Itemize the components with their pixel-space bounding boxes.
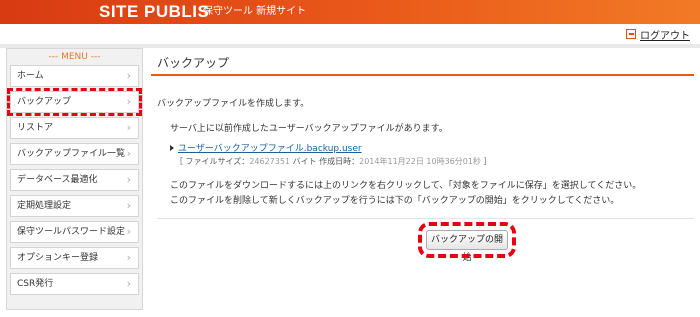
sidebar-item-label: データベース最適化 <box>17 175 98 185</box>
sidebar-item-label: 保守ツールパスワード設定 <box>17 227 126 237</box>
chevron-right-icon: › <box>126 251 131 264</box>
delete-instruction: このファイルを削除して新しくバックアップを行うには下の「バックアップの開始」をク… <box>170 196 620 206</box>
sidebar-item-option-key[interactable]: オプションキー登録 › <box>10 247 139 269</box>
sidebar-item-scheduled-tasks[interactable]: 定期処理設定 › <box>10 195 139 217</box>
top-bar: ログアウト <box>0 24 700 44</box>
site-header: SITE PUBLIS 保守ツール 新規サイト <box>0 0 700 24</box>
logout-label: ログアウト <box>640 30 690 42</box>
chevron-right-icon: › <box>126 69 131 82</box>
content-divider <box>157 218 694 219</box>
backup-file-name[interactable]: ユーザーバックアップファイル.backup.user <box>178 141 362 154</box>
title-underline <box>151 74 694 76</box>
sidebar-item-label: CSR発行 <box>17 279 54 289</box>
chevron-right-icon: › <box>126 95 131 108</box>
main-content: バックアップ バックアップファイルを作成します。 サーバ上に以前作成したユーザー… <box>151 48 694 310</box>
logout-link[interactable]: ログアウト <box>626 27 690 42</box>
chevron-right-icon: › <box>126 225 131 238</box>
start-backup-button[interactable]: バックアップの開始 <box>418 222 516 263</box>
header-tagline: 保守ツール 新規サイト <box>203 6 307 17</box>
intro-text: バックアップファイルを作成します。 <box>157 99 310 109</box>
file-info-mid: バイト 作成日時： <box>290 157 360 166</box>
brand-logo: SITE PUBLIS <box>99 2 210 21</box>
file-info-prefix: ［ ファイルサイズ： <box>175 157 250 166</box>
sidebar-item-label: ホーム <box>17 71 44 81</box>
sidebar-item-label: オプションキー登録 <box>17 253 99 263</box>
sidebar-item-backup-list[interactable]: バックアップファイル一覧 › <box>10 143 139 165</box>
sidebar-item-restore[interactable]: リストア › <box>10 117 139 139</box>
sidebar-item-csr[interactable]: CSR発行 › <box>10 273 139 295</box>
chevron-right-icon: › <box>126 277 131 290</box>
sidebar-item-backup[interactable]: バックアップ › <box>7 88 142 116</box>
backup-file-info: ［ ファイルサイズ：24627351 バイト 作成日時：2014年11月22日 … <box>175 156 491 167</box>
sidebar-item-home[interactable]: ホーム › <box>10 65 139 87</box>
page-title: バックアップ <box>157 56 230 70</box>
chevron-right-icon: › <box>126 121 131 134</box>
sidebar-item-password[interactable]: 保守ツールパスワード設定 › <box>10 221 139 243</box>
chevron-right-icon: › <box>126 199 131 212</box>
file-created-date: 2014年11月22日 10時36分01秒 <box>359 157 481 166</box>
chevron-right-icon: › <box>126 173 131 186</box>
download-instruction: このファイルをダウンロードするには上のリンクを右クリックして、「対象をファイルに… <box>170 181 642 191</box>
sidebar-item-label: 定期処理設定 <box>17 201 72 211</box>
sidebar-item-label: バックアップファイル一覧 <box>17 149 126 159</box>
notice-text: サーバ上に以前作成したユーザーバックアップファイルがあります。 <box>170 124 448 134</box>
sidebar-item-label: バックアップ <box>17 97 72 107</box>
sidebar-menu: --- MENU --- ホーム › バックアップ › リストア › バックアッ… <box>6 48 143 310</box>
file-size: 24627351 <box>249 157 291 166</box>
bullet-arrow-icon <box>170 144 174 151</box>
sidebar-item-db-optimize[interactable]: データベース最適化 › <box>10 169 139 191</box>
chevron-right-icon: › <box>126 147 131 160</box>
sidebar-item-label: リストア <box>17 123 54 133</box>
backup-file-link[interactable]: ユーザーバックアップファイル.backup.user <box>170 141 362 154</box>
logout-icon <box>626 29 636 39</box>
menu-title: --- MENU --- <box>48 52 101 62</box>
file-info-suffix: ］ <box>480 157 492 166</box>
